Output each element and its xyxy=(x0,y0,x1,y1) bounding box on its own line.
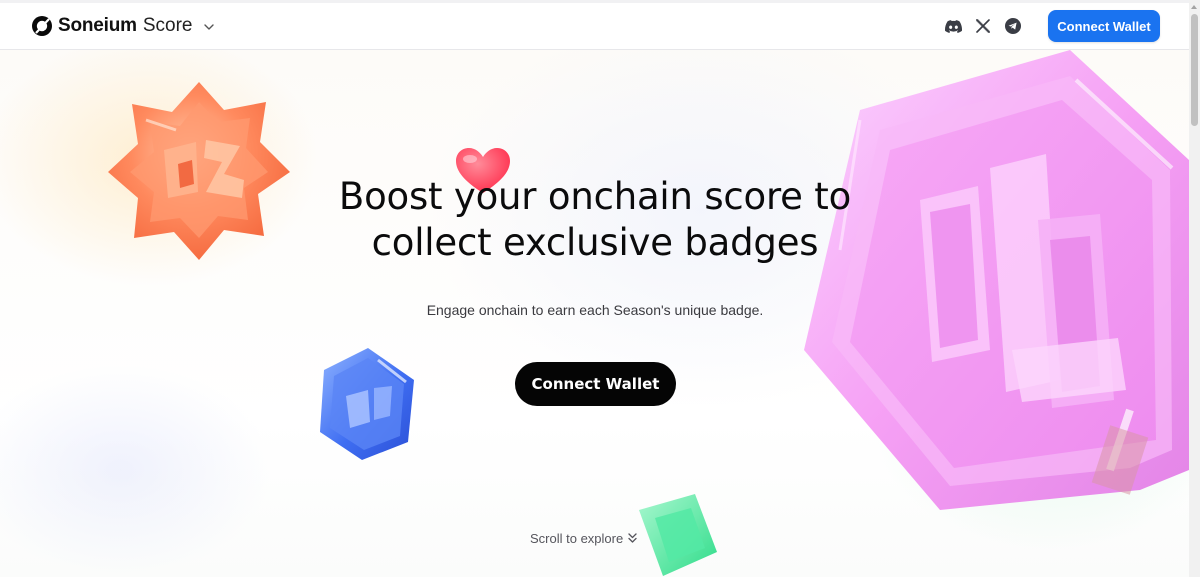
scroll-to-explore[interactable]: Scroll to explore xyxy=(530,529,638,547)
scroll-hint-label: Scroll to explore xyxy=(530,530,624,546)
telegram-icon xyxy=(1005,18,1021,34)
scrollbar-thumb[interactable] xyxy=(1191,14,1198,126)
page-scrollbar[interactable] xyxy=(1189,0,1200,577)
double-chevron-down-icon xyxy=(628,533,637,543)
blue-badge-image xyxy=(320,348,414,460)
hero-subtext: Engage onchain to earn each Season's uni… xyxy=(426,302,764,318)
window-top-edge xyxy=(0,0,1200,3)
hero-headline-line2: collect exclusive badges xyxy=(371,221,819,264)
orange-badge-image xyxy=(108,82,290,260)
brand-menu[interactable]: Soneium Score xyxy=(31,14,215,38)
soneium-logo-icon xyxy=(32,16,52,36)
x-icon xyxy=(976,19,990,33)
x-link[interactable] xyxy=(968,14,998,38)
telegram-link[interactable] xyxy=(998,14,1028,38)
hero-headline: Boost your onchain score to collect excl… xyxy=(295,174,895,266)
hero-section: Boost your onchain score to collect excl… xyxy=(0,50,1189,577)
social-links xyxy=(938,14,1028,38)
discord-icon xyxy=(944,19,962,33)
scroll-up-arrow-icon[interactable] xyxy=(1191,5,1197,9)
hero-headline-line1: Boost your onchain score to xyxy=(338,175,852,218)
brand-suffix: Score xyxy=(142,15,193,36)
chevron-down-icon xyxy=(204,24,215,30)
connect-wallet-button[interactable]: Connect Wallet xyxy=(1048,10,1160,42)
top-navigation-bar: Soneium Score Connect Wallet xyxy=(0,0,1189,50)
pink-badge-image xyxy=(804,50,1189,510)
green-badge-image xyxy=(639,494,717,576)
discord-link[interactable] xyxy=(938,14,968,38)
hero-connect-wallet-button[interactable]: Connect Wallet xyxy=(515,362,676,406)
brand-name: Soneium xyxy=(58,15,137,36)
